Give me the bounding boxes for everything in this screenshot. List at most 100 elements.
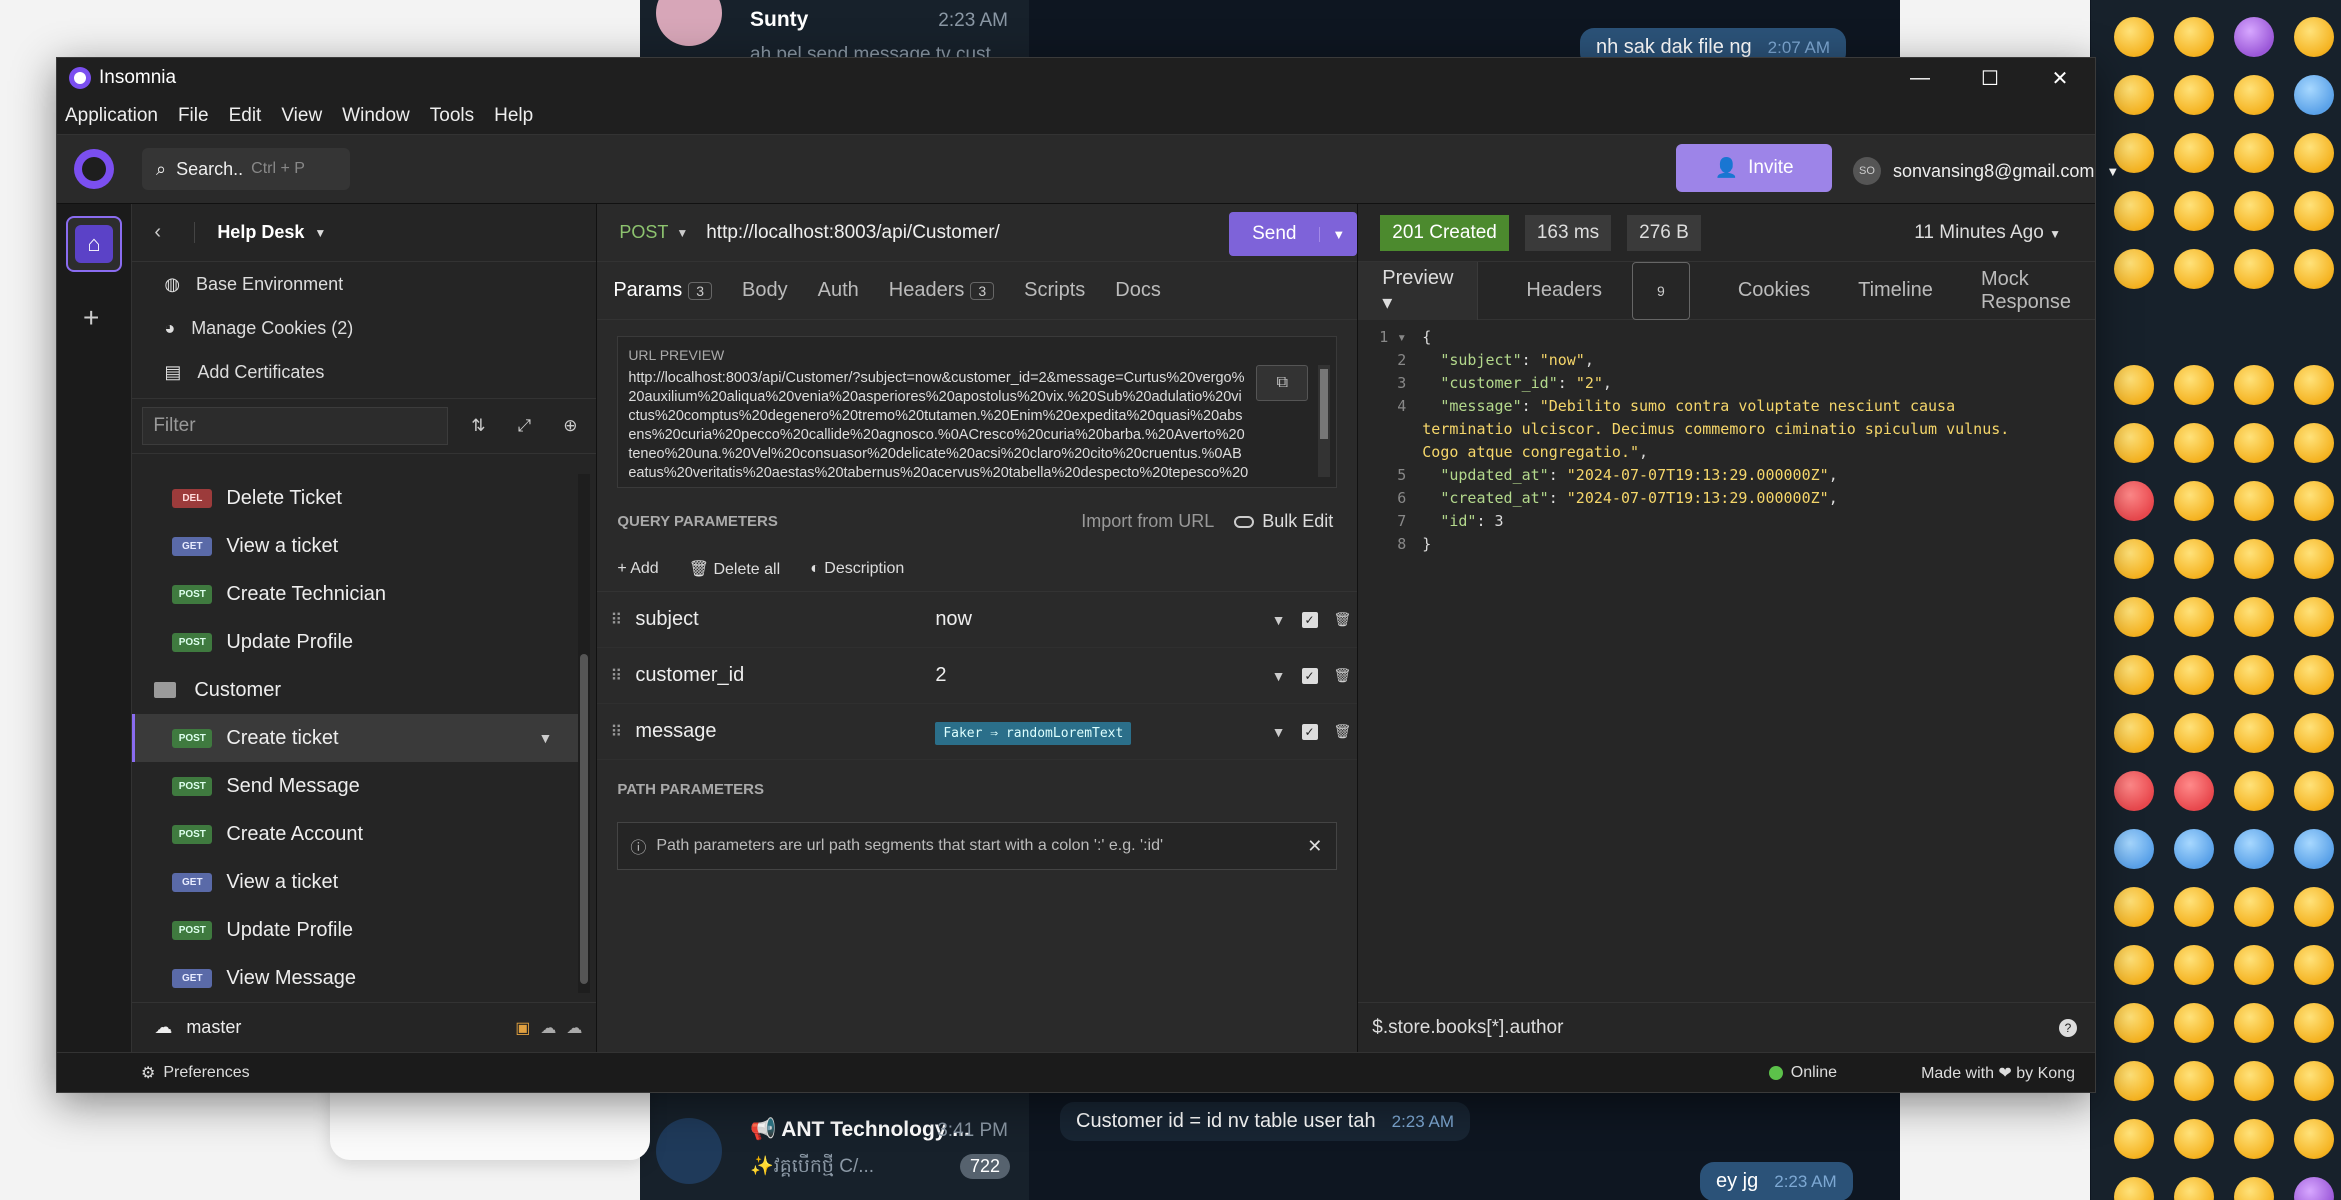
- emoji-icon[interactable]: [2294, 1177, 2334, 1200]
- list-item[interactable]: POST Update Profile: [132, 618, 578, 666]
- trash-icon[interactable]: 🗑: [1334, 667, 1352, 684]
- tab-headers[interactable]: Headers 9: [1478, 261, 1713, 320]
- emoji-icon[interactable]: [2234, 539, 2274, 579]
- emoji-icon[interactable]: [2174, 887, 2214, 927]
- close-icon[interactable]: ✕: [2025, 58, 2095, 98]
- tab-scripts[interactable]: Scripts: [1024, 279, 1085, 302]
- made-with-kong[interactable]: Made with ❤ by Kong: [1921, 1063, 2075, 1083]
- emoji-icon[interactable]: [2294, 1003, 2334, 1043]
- emoji-icon[interactable]: [2234, 1061, 2274, 1101]
- emoji-icon[interactable]: [2234, 481, 2274, 521]
- param-key-input[interactable]: customer_id: [635, 664, 935, 687]
- emoji-icon[interactable]: [2174, 1003, 2214, 1043]
- emoji-icon[interactable]: [2114, 829, 2154, 869]
- list-item[interactable]: GET View Message: [132, 954, 578, 993]
- emoji-icon[interactable]: [2234, 771, 2274, 811]
- emoji-icon[interactable]: [2114, 1003, 2154, 1043]
- param-value-input[interactable]: Faker ⇒ randomLoremText: [935, 720, 1215, 745]
- emoji-icon[interactable]: [2114, 713, 2154, 753]
- menu-help[interactable]: Help: [494, 105, 533, 127]
- sidebar-scrollbar[interactable]: [578, 474, 591, 993]
- menu-edit[interactable]: Edit: [229, 105, 262, 127]
- folder-customer[interactable]: Customer: [132, 666, 578, 714]
- url-preview-scrollbar[interactable]: [1318, 365, 1331, 477]
- param-value-input[interactable]: now: [935, 608, 1215, 631]
- emoji-icon[interactable]: [2234, 887, 2274, 927]
- add-circle-icon[interactable]: ⊕: [554, 416, 586, 436]
- emoji-icon[interactable]: [2114, 1177, 2154, 1200]
- emoji-icon[interactable]: [2114, 597, 2154, 637]
- trash-icon[interactable]: 🗑: [1334, 723, 1352, 740]
- list-item[interactable]: DEL Delete Ticket: [132, 474, 578, 522]
- emoji-icon[interactable]: [2234, 713, 2274, 753]
- preferences-button[interactable]: ⚙ Preferences: [141, 1063, 250, 1083]
- emoji-icon[interactable]: [2114, 771, 2154, 811]
- enabled-checkbox[interactable]: ✓: [1301, 611, 1318, 628]
- emoji-icon[interactable]: [2174, 713, 2214, 753]
- description-toggle[interactable]: ◐ Description: [810, 560, 904, 578]
- chevron-down-icon[interactable]: ▼: [1272, 612, 1286, 628]
- list-item[interactable]: GET View a ticket: [132, 522, 578, 570]
- enabled-checkbox[interactable]: ✓: [1301, 667, 1318, 684]
- emoji-icon[interactable]: [2174, 133, 2214, 173]
- tab-cookies[interactable]: Cookies: [1714, 262, 1834, 320]
- emoji-icon[interactable]: [2234, 945, 2274, 985]
- emoji-icon[interactable]: [2174, 1061, 2214, 1101]
- emoji-icon[interactable]: [2294, 829, 2334, 869]
- url-input[interactable]: http://localhost:8003/api/Customer/: [706, 222, 1000, 244]
- list-item-active[interactable]: POST Create ticket ▼: [132, 714, 579, 762]
- emoji-icon[interactable]: [2174, 249, 2214, 289]
- emoji-icon[interactable]: [2234, 1003, 2274, 1043]
- tab-timeline[interactable]: Timeline: [1834, 262, 1957, 320]
- emoji-icon[interactable]: [2294, 423, 2334, 463]
- emoji-icon[interactable]: [2114, 133, 2154, 173]
- invite-button[interactable]: 👤 Invite: [1676, 144, 1832, 192]
- git-branch-bar[interactable]: ☁ master ▣ ☁ ☁: [132, 1002, 597, 1052]
- scrollbar-thumb[interactable]: [580, 654, 589, 984]
- scrollbar-thumb[interactable]: [1320, 369, 1329, 439]
- bulk-edit-toggle[interactable]: Bulk Edit: [1234, 511, 1333, 532]
- trash-icon[interactable]: 🗑: [1334, 611, 1352, 628]
- close-icon[interactable]: ✕: [1307, 836, 1322, 857]
- emoji-icon[interactable]: [2234, 17, 2274, 57]
- enabled-checkbox[interactable]: ✓: [1301, 723, 1318, 740]
- sort-icon[interactable]: ⇅: [462, 416, 494, 436]
- copy-button[interactable]: ⧉: [1256, 365, 1309, 401]
- menu-view[interactable]: View: [281, 105, 322, 127]
- menu-window[interactable]: Window: [342, 105, 410, 127]
- emoji-icon[interactable]: [2294, 655, 2334, 695]
- emoji-icon[interactable]: [2294, 365, 2334, 405]
- emoji-icon[interactable]: [2114, 1119, 2154, 1159]
- filter-input[interactable]: Filter: [142, 407, 449, 445]
- list-item[interactable]: POST Update Profile: [132, 906, 578, 954]
- home-button[interactable]: ⌂: [66, 216, 122, 272]
- expand-icon[interactable]: ⤢: [508, 416, 540, 436]
- sidebar-item-base-environment[interactable]: ◍ Base Environment: [132, 262, 596, 306]
- sidebar-item-manage-cookies[interactable]: ◕ Manage Cookies (2): [132, 306, 596, 350]
- emoji-icon[interactable]: [2234, 597, 2274, 637]
- emoji-icon[interactable]: [2234, 655, 2274, 695]
- emoji-icon[interactable]: [2294, 539, 2334, 579]
- emoji-icon[interactable]: [2294, 191, 2334, 231]
- emoji-icon[interactable]: [2114, 945, 2154, 985]
- emoji-icon[interactable]: [2114, 655, 2154, 695]
- emoji-icon[interactable]: [2294, 75, 2334, 115]
- emoji-icon[interactable]: [2234, 423, 2274, 463]
- emoji-icon[interactable]: [2294, 481, 2334, 521]
- back-icon[interactable]: ‹: [154, 221, 194, 244]
- menu-tools[interactable]: Tools: [430, 105, 474, 127]
- emoji-icon[interactable]: [2294, 133, 2334, 173]
- emoji-icon[interactable]: [2234, 133, 2274, 173]
- emoji-icon[interactable]: [2174, 1177, 2214, 1200]
- list-item[interactable]: POST Send Message: [132, 762, 578, 810]
- project-name[interactable]: Help Desk: [194, 222, 304, 243]
- response-history-dropdown[interactable]: 11 Minutes Ago ▼: [1914, 222, 2061, 244]
- drag-handle-icon[interactable]: ⠿: [597, 722, 635, 742]
- chevron-down-icon[interactable]: ▼: [676, 226, 688, 240]
- chevron-down-icon[interactable]: ▼: [1319, 226, 1357, 242]
- menu-file[interactable]: File: [178, 105, 209, 127]
- drag-handle-icon[interactable]: ⠿: [597, 610, 635, 630]
- send-button[interactable]: Send ▼: [1229, 212, 1358, 256]
- response-filter-input[interactable]: $.store.books[*].author: [1372, 1017, 1563, 1039]
- background-chat-item[interactable]: 📢 ANT Technology ... 3:41 PM ✨វគ្គបើកថ្ម…: [650, 1110, 1020, 1200]
